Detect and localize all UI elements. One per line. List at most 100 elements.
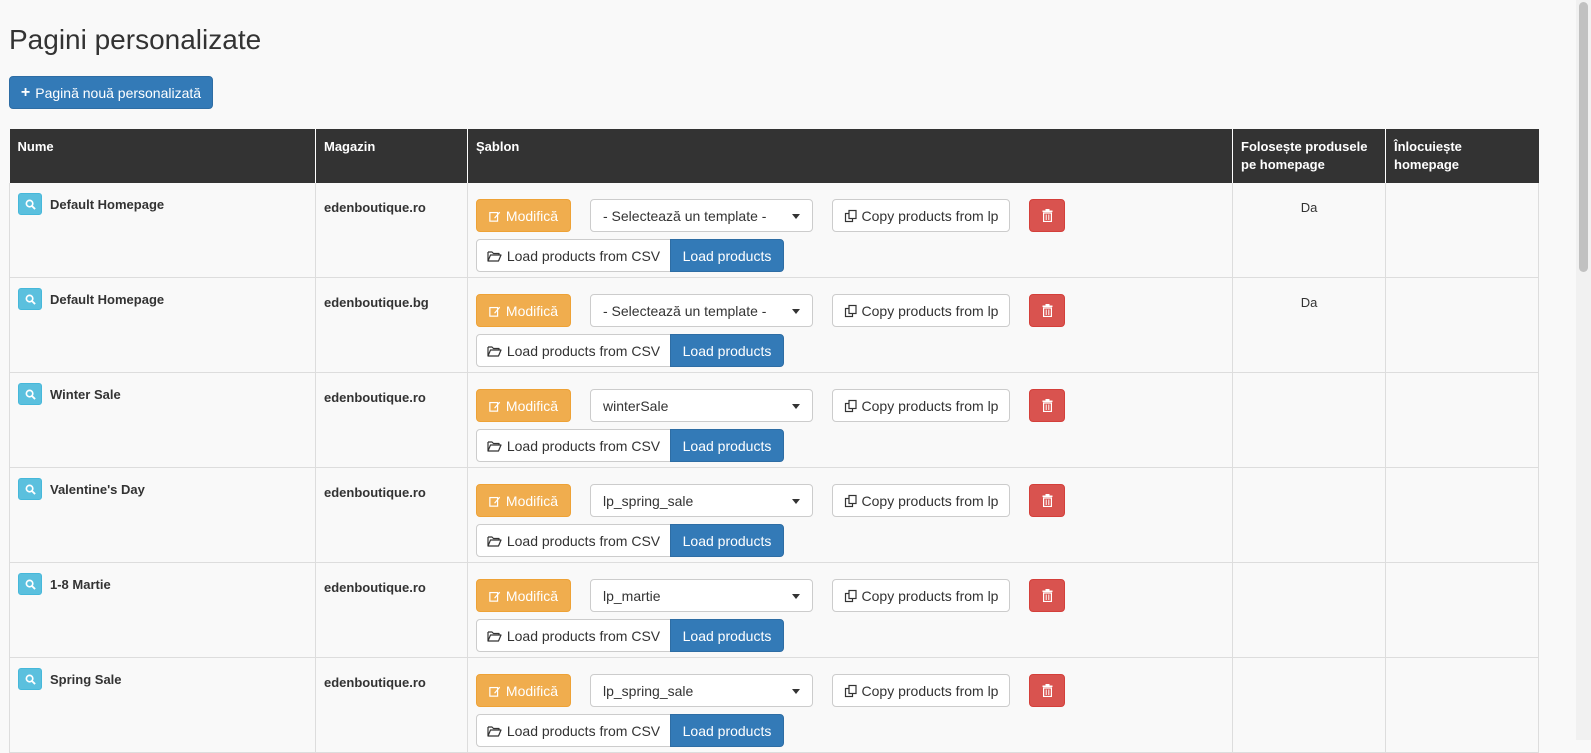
replaces-homepage-value (1386, 278, 1538, 295)
name-cell: Default Homepage (9, 277, 316, 373)
template-select[interactable]: lp_spring_sale (590, 484, 813, 517)
load-products-label: Load products (682, 627, 772, 644)
edit-button[interactable]: Modifică (476, 579, 571, 612)
page-name: Spring Sale (50, 671, 122, 687)
store-cell: edenboutique.ro (315, 467, 468, 563)
edit-button-label: Modifică (505, 682, 559, 699)
load-products-button[interactable]: Load products (670, 239, 784, 272)
page-name: Winter Sale (50, 386, 121, 402)
load-csv-button[interactable]: Load products from CSV (476, 429, 671, 462)
delete-button[interactable] (1029, 294, 1065, 327)
caret-down-icon (792, 594, 800, 599)
template-cell: Modifică lp_spring_sale Copy products fr… (467, 467, 1233, 563)
load-products-button[interactable]: Load products (670, 429, 784, 462)
header-uses-homepage-products: Folosește produsele pe homepage (1232, 129, 1386, 183)
edit-button-label: Modifică (505, 302, 559, 319)
copy-icon (844, 589, 857, 602)
custom-pages-table: Nume Magazin Șablon Folosește produsele … (9, 129, 1539, 753)
load-csv-button[interactable]: Load products from CSV (476, 524, 671, 557)
view-page-button[interactable] (18, 668, 42, 690)
delete-button[interactable] (1029, 389, 1065, 422)
copy-products-label: Copy products from lp (861, 302, 999, 319)
load-csv-label: Load products from CSV (506, 342, 661, 359)
trash-icon (1042, 684, 1052, 697)
template-select[interactable]: winterSale (590, 389, 813, 422)
view-page-button[interactable] (18, 193, 42, 215)
load-csv-button[interactable]: Load products from CSV (476, 619, 671, 652)
load-csv-button[interactable]: Load products from CSV (476, 714, 671, 747)
uses-homepage-value (1233, 563, 1385, 580)
header-template: Șablon (467, 129, 1233, 183)
copy-products-button[interactable]: Copy products from lp (832, 389, 1010, 422)
template-select[interactable]: lp_martie (590, 579, 813, 612)
edit-button[interactable]: Modifică (476, 674, 571, 707)
caret-down-icon (792, 689, 800, 694)
copy-icon (844, 399, 857, 412)
delete-button[interactable] (1029, 674, 1065, 707)
load-csv-label: Load products from CSV (506, 437, 661, 454)
load-products-button[interactable]: Load products (670, 334, 784, 367)
uses-homepage-value (1233, 373, 1385, 390)
template-select[interactable]: - Selectează un template - (590, 199, 813, 232)
delete-button[interactable] (1029, 484, 1065, 517)
page-name: Default Homepage (50, 196, 165, 212)
view-page-button[interactable] (18, 573, 42, 595)
uses-homepage-cell: Da (1232, 277, 1386, 373)
load-products-button[interactable]: Load products (670, 524, 784, 557)
table-row: 1-8 Martie edenboutique.ro Modifică lp_m… (9, 562, 1539, 658)
store-name: edenboutique.ro (324, 200, 426, 215)
delete-button[interactable] (1029, 579, 1065, 612)
trash-icon (1042, 399, 1052, 412)
store-name: edenboutique.bg (324, 295, 429, 310)
store-cell: edenboutique.ro (315, 183, 468, 278)
copy-products-button[interactable]: Copy products from lp (832, 579, 1010, 612)
edit-button-label: Modifică (505, 492, 559, 509)
load-products-label: Load products (682, 247, 772, 264)
folder-open-icon (487, 535, 502, 547)
plus-icon: + (20, 83, 31, 101)
search-icon (25, 199, 36, 210)
vertical-scrollbar[interactable] (1576, 0, 1591, 740)
search-icon (25, 674, 36, 685)
trash-icon (1042, 304, 1052, 317)
template-cell: Modifică - Selectează un template - Copy… (467, 183, 1233, 278)
page-title: Pagini personalizate (9, 24, 262, 55)
edit-button[interactable]: Modifică (476, 389, 571, 422)
folder-open-icon (487, 630, 502, 642)
caret-down-icon (792, 309, 800, 314)
edit-button-label: Modifică (505, 207, 559, 224)
trash-icon (1042, 589, 1052, 602)
new-custom-page-button[interactable]: + Pagină nouă personalizată (9, 76, 213, 109)
uses-homepage-cell (1232, 467, 1386, 563)
load-products-button[interactable]: Load products (670, 619, 784, 652)
copy-products-button[interactable]: Copy products from lp (832, 199, 1010, 232)
view-page-button[interactable] (18, 288, 42, 310)
load-csv-label: Load products from CSV (506, 722, 661, 739)
copy-products-button[interactable]: Copy products from lp (832, 674, 1010, 707)
view-page-button[interactable] (18, 478, 42, 500)
copy-products-button[interactable]: Copy products from lp (832, 294, 1010, 327)
store-name: edenboutique.ro (324, 390, 426, 405)
template-cell: Modifică winterSale Copy products from l… (467, 372, 1233, 468)
template-select-value: - Selectează un template - (603, 302, 767, 319)
trash-icon (1042, 209, 1052, 222)
edit-icon (489, 401, 501, 412)
copy-products-label: Copy products from lp (861, 397, 999, 414)
template-select[interactable]: - Selectează un template - (590, 294, 813, 327)
template-select[interactable]: lp_spring_sale (590, 674, 813, 707)
copy-products-button[interactable]: Copy products from lp (832, 484, 1010, 517)
edit-icon (489, 211, 501, 222)
view-page-button[interactable] (18, 383, 42, 405)
edit-button[interactable]: Modifică (476, 294, 571, 327)
load-csv-button[interactable]: Load products from CSV (476, 239, 671, 272)
scrollbar-thumb[interactable] (1579, 2, 1588, 272)
load-csv-button[interactable]: Load products from CSV (476, 334, 671, 367)
edit-button[interactable]: Modifică (476, 199, 571, 232)
load-products-label: Load products (682, 722, 772, 739)
store-name: edenboutique.ro (324, 485, 426, 500)
load-products-button[interactable]: Load products (670, 714, 784, 747)
edit-button[interactable]: Modifică (476, 484, 571, 517)
edit-button-label: Modifică (505, 397, 559, 414)
delete-button[interactable] (1029, 199, 1065, 232)
search-icon (25, 294, 36, 305)
